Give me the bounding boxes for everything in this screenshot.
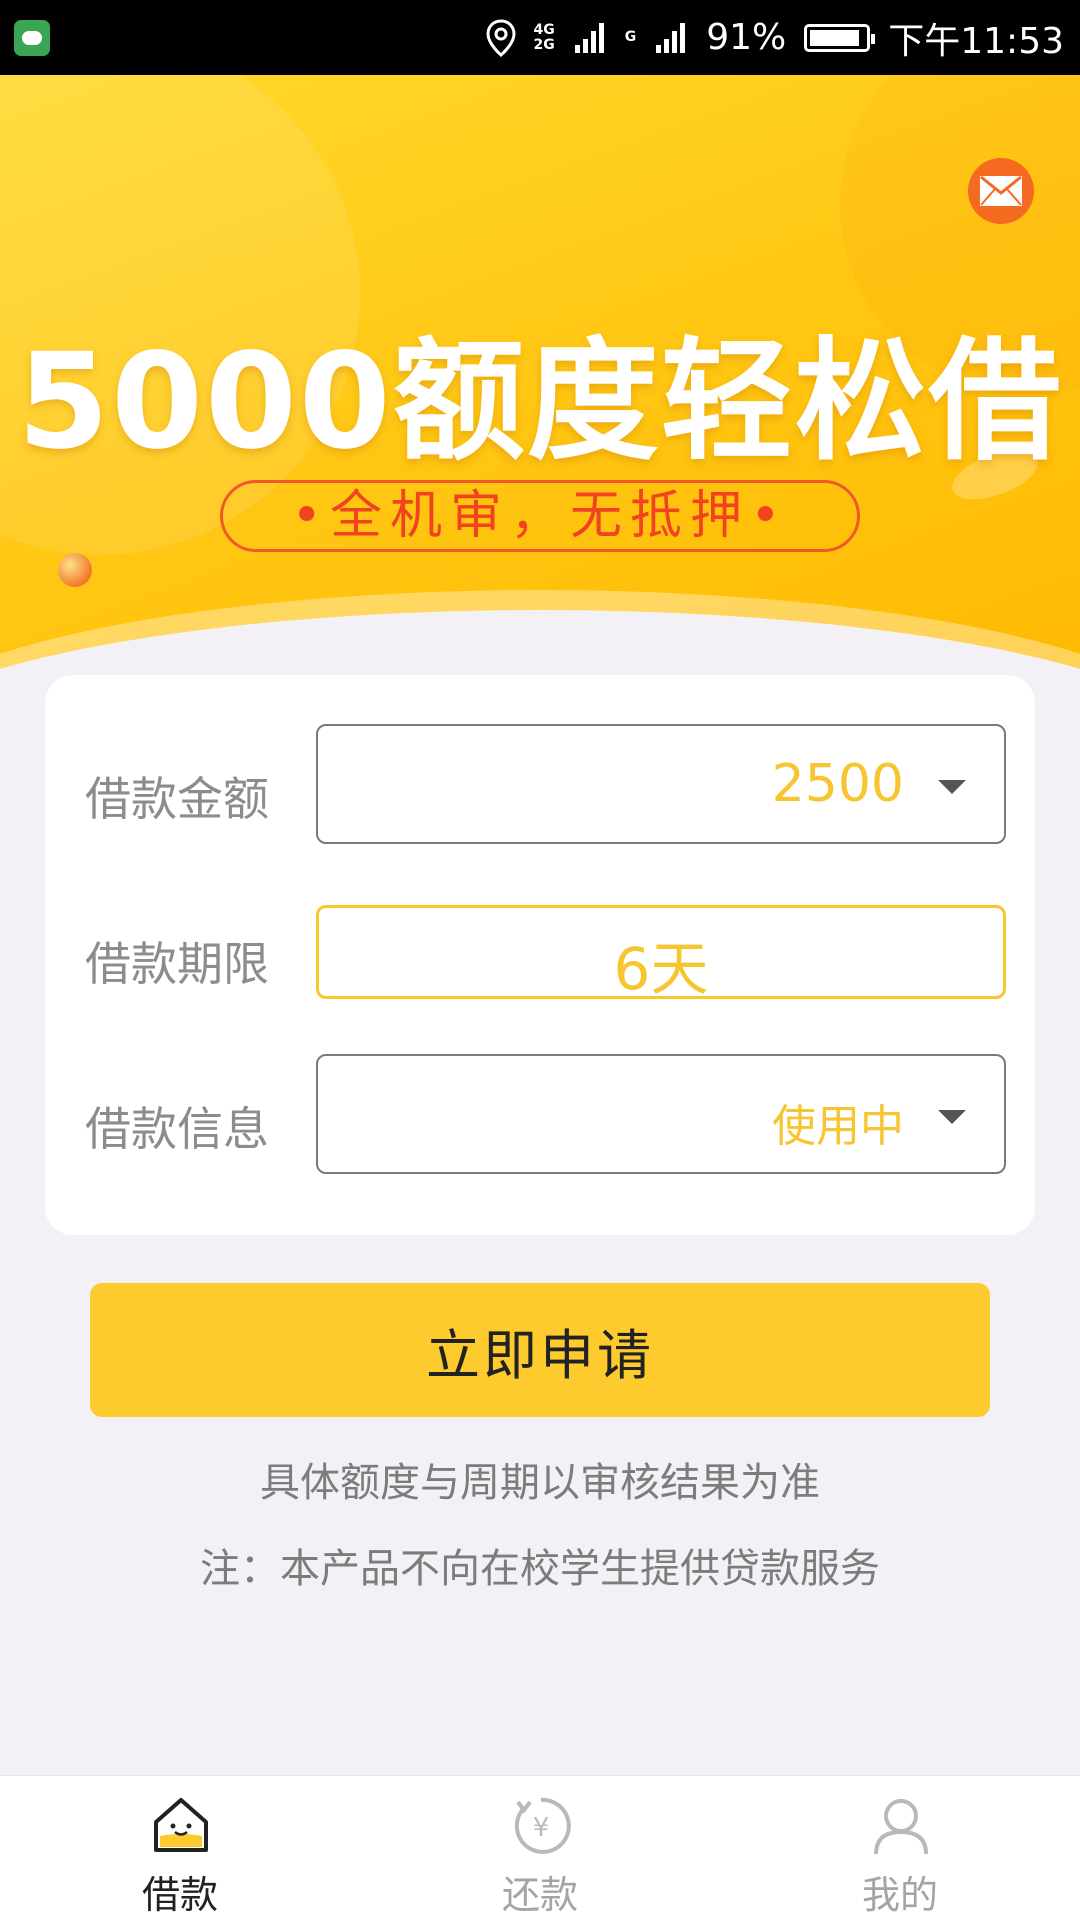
chevron-down-icon	[938, 780, 966, 794]
tab-repay-label: 还款	[501, 1873, 578, 1917]
info-label: 借款信息	[85, 1102, 269, 1156]
note-students: 注：本产品不向在校学生提供贷款服务	[200, 1546, 880, 1592]
svg-text:¥: ¥	[533, 1813, 550, 1843]
user-icon	[874, 1799, 928, 1855]
tab-borrow-label: 借款	[141, 1873, 218, 1917]
location-icon	[485, 18, 516, 57]
term-value: 6天	[613, 935, 709, 1003]
clock: 下午11:53	[888, 20, 1064, 62]
note-limit: 具体额度与周期以审核结果为准	[260, 1460, 820, 1506]
banner-headline: 5000额度轻松借	[17, 325, 1063, 479]
term-label: 借款期限	[85, 937, 269, 991]
envelope-icon	[980, 175, 1022, 206]
loan-form-card: 借款金额 2500 借款期限 6天 借款信息 使用中	[45, 675, 1035, 1235]
tab-repay[interactable]: ¥ 还款	[440, 1776, 640, 1921]
battery-icon	[804, 23, 876, 52]
signal-sim2-icon	[656, 22, 686, 53]
yuan-refresh-icon: ¥	[514, 1797, 571, 1854]
bottom-tab-bar: 借款 ¥ 还款 我的	[0, 1775, 1080, 1921]
amount-select[interactable]: 2500	[316, 724, 1006, 844]
battery-percent: 91%	[706, 17, 787, 58]
banner-slogan: •全机审，无抵押•	[220, 480, 860, 552]
amount-label: 借款金额	[85, 772, 269, 826]
chevron-down-icon	[938, 1110, 966, 1124]
notification-app-icon	[14, 20, 50, 56]
tab-mine-label: 我的	[861, 1873, 938, 1917]
message-button[interactable]	[968, 158, 1034, 224]
tab-mine[interactable]: 我的	[800, 1776, 1000, 1921]
term-field[interactable]: 6天	[316, 905, 1006, 1003]
battery-level	[810, 29, 860, 46]
network-type-bottom: 2G	[533, 36, 555, 53]
signal-icon	[574, 22, 604, 53]
sim2-type: G	[624, 29, 637, 45]
amount-value: 2500	[771, 754, 904, 814]
apply-button[interactable]: 立即申请	[90, 1283, 990, 1417]
info-select[interactable]: 使用中	[316, 1054, 1006, 1174]
orb-decoration	[58, 553, 92, 587]
info-value: 使用中	[772, 1101, 904, 1152]
network-type-top: 4G	[533, 21, 555, 38]
house-icon	[154, 1798, 208, 1852]
status-bar: 4G 2G G 91% 下午11:53	[0, 0, 1080, 75]
network-type: 4G 2G	[533, 21, 555, 53]
tab-borrow[interactable]: 借款	[80, 1776, 280, 1921]
